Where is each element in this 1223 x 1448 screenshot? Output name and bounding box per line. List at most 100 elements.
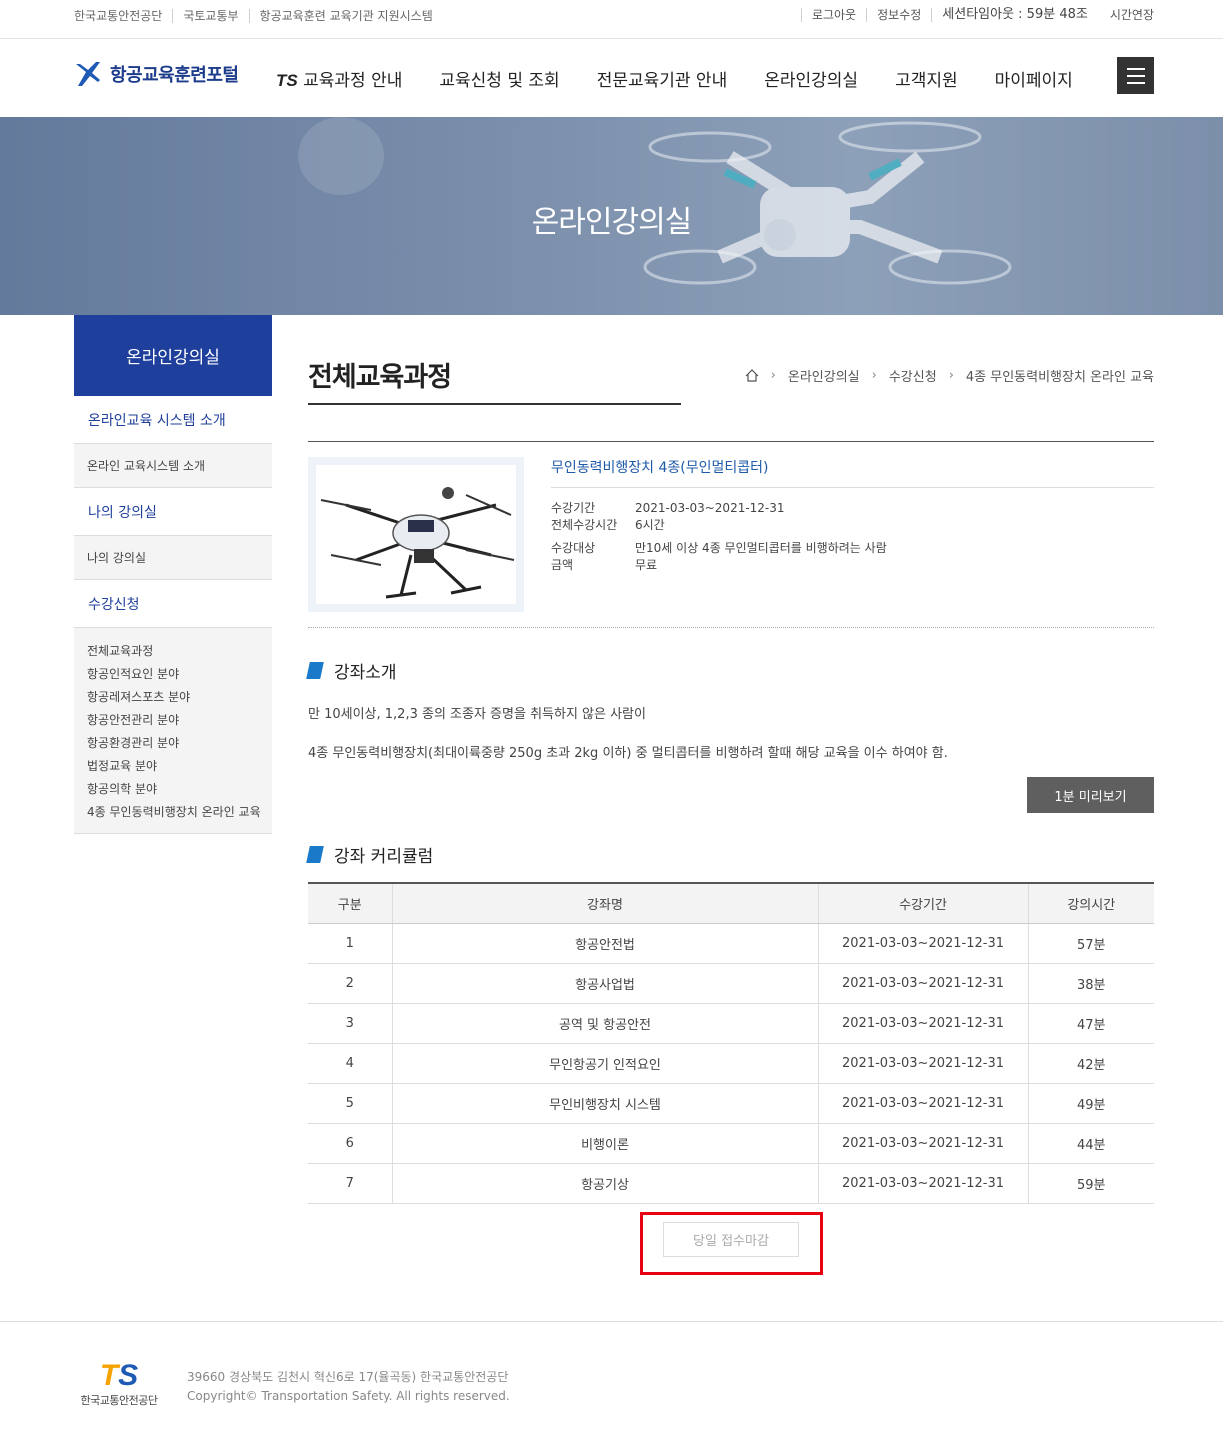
lecture-duration: 44분	[1027, 1123, 1154, 1164]
row-number: 4	[308, 1043, 392, 1084]
nav-label: 교육과정 안내	[303, 71, 403, 91]
edit-info-link[interactable]: 정보수정	[866, 8, 931, 22]
curriculum-title: 강좌 커리큘럼	[334, 847, 434, 867]
table-header-row: 구분 강좌명 수강기간 강의시간	[308, 882, 1154, 924]
family-link[interactable]: 항공교육훈련 교육기관 지원시스템	[248, 9, 443, 23]
lecture-period: 2021-03-03~2021-12-31	[817, 1163, 1028, 1204]
lecture-period: 2021-03-03~2021-12-31	[817, 1123, 1028, 1164]
curriculum-heading: 강좌 커리큘럼	[306, 842, 434, 867]
breadcrumb-item[interactable]: 온라인강의실	[788, 366, 860, 385]
sidebar-subitem[interactable]: 항공안전관리 분야	[87, 709, 266, 732]
lecture-period: 2021-03-03~2021-12-31	[817, 1083, 1028, 1124]
row-number: 1	[308, 923, 392, 964]
breadcrumb: › 온라인강의실 › 수강신청 › 4종 무인동력비행장치 온라인 교육	[745, 366, 1154, 385]
table-row: 5 무인비행장치 시스템 2021-03-03~2021-12-31 49분	[308, 1083, 1154, 1124]
sidebar-title: 온라인강의실	[74, 315, 272, 396]
column-header: 구분	[308, 882, 392, 924]
airplane-logo-icon	[76, 62, 100, 86]
footer: TS 한국교통안전공단 39660 경상북도 김천시 혁신6로 17(율곡동) …	[0, 1321, 1223, 1448]
preview-button[interactable]: 1분 미리보기	[1027, 777, 1154, 813]
footer-address: 39660 경상북도 김천시 혁신6로 17(율곡동) 한국교통안전공단	[187, 1370, 509, 1384]
sidebar-subitem-system-intro[interactable]: 온라인 교육시스템 소개	[74, 444, 272, 488]
sidebar-subitem-my-classroom[interactable]: 나의 강의실	[74, 536, 272, 580]
heading-marker-icon	[306, 662, 324, 679]
lecture-duration: 49분	[1027, 1083, 1154, 1124]
table-row: 1 항공안전법 2021-03-03~2021-12-31 57분	[308, 923, 1154, 964]
intro-heading: 강좌소개	[306, 658, 397, 683]
heading-marker-icon	[306, 846, 324, 863]
nav-apply[interactable]: 교육신청 및 조회	[439, 66, 559, 91]
total-time-value: 6시간	[635, 518, 665, 532]
lecture-period: 2021-03-03~2021-12-31	[817, 1043, 1028, 1084]
curriculum-table: 구분 강좌명 수강기간 강의시간 1 항공안전법 2021-03-03~2021-1…	[308, 882, 1154, 1204]
row-number: 3	[308, 1003, 392, 1044]
family-links: 한국교통안전공단 국토교통부 항공교육훈련 교육기관 지원시스템	[74, 9, 443, 23]
target-label: 수강대상	[551, 541, 596, 555]
table-row: 6 비행이론 2021-03-03~2021-12-31 44분	[308, 1123, 1154, 1164]
hamburger-menu-icon[interactable]	[1117, 57, 1154, 94]
lecture-name: 항공기상	[391, 1163, 818, 1204]
logo-text: 항공교육훈련포털	[110, 65, 239, 86]
nav-support[interactable]: 고객지원	[895, 66, 958, 91]
sidebar: 온라인강의실 온라인교육 시스템 소개 온라인 교육시스템 소개 나의 강의실 …	[74, 315, 272, 834]
family-link[interactable]: 한국교통안전공단	[74, 9, 172, 23]
banner-title: 온라인강의실	[531, 205, 693, 240]
sidebar-item-my-classroom[interactable]: 나의 강의실	[74, 488, 272, 536]
footer-logo-mark: TS	[99, 1359, 139, 1392]
table-row: 7 항공기상 2021-03-03~2021-12-31 59분	[308, 1163, 1154, 1204]
lecture-name: 항공안전법	[391, 923, 818, 964]
lecture-period: 2021-03-03~2021-12-31	[817, 963, 1028, 1004]
course-info: 무인동력비행장치 4종(무인멀티콥터) 수강기간 2021-03-03~2021-…	[551, 457, 1154, 574]
row-number: 2	[308, 963, 392, 1004]
sidebar-subitem[interactable]: 항공의학 분야	[87, 778, 266, 801]
dotted-divider	[308, 627, 1154, 628]
column-header: 강좌명	[391, 882, 818, 924]
chevron-right-icon: ›	[871, 368, 877, 383]
breadcrumb-item[interactable]: 4종 무인동력비행장치 온라인 교육	[966, 366, 1154, 385]
nav-online-classroom[interactable]: 온라인강의실	[764, 66, 858, 91]
table-row: 4 무인항공기 인적요인 2021-03-03~2021-12-31 42분	[308, 1043, 1154, 1084]
site-logo[interactable]: 항공교육훈련포털	[74, 60, 239, 88]
row-number: 6	[308, 1123, 392, 1164]
drone-image	[320, 487, 515, 599]
nav-course-info[interactable]: TS 교육과정 안내	[276, 66, 402, 91]
logout-link[interactable]: 로그아웃	[800, 8, 866, 22]
session-timeout: 세션타임아웃 : 59분 48조	[931, 8, 1098, 22]
period-value: 2021-03-03~2021-12-31	[635, 501, 785, 515]
intro-title: 강좌소개	[334, 663, 397, 683]
price-value: 무료	[635, 558, 658, 572]
sidebar-subitem[interactable]: 항공환경관리 분야	[87, 732, 266, 755]
family-link[interactable]: 국토교통부	[172, 9, 248, 23]
extend-session-link[interactable]: 시간연장	[1098, 8, 1154, 22]
chevron-right-icon: ›	[948, 368, 954, 383]
lecture-period: 2021-03-03~2021-12-31	[817, 923, 1028, 964]
sidebar-subitem[interactable]: 항공인적요인 분야	[87, 663, 266, 686]
sidebar-item-system-intro[interactable]: 온라인교육 시스템 소개	[74, 396, 272, 444]
registration-closed-button[interactable]: 당일 접수마감	[663, 1222, 799, 1257]
row-number: 5	[308, 1083, 392, 1124]
utility-bar: 한국교통안전공단 국토교통부 항공교육훈련 교육기관 지원시스템 로그아웃 정보…	[0, 0, 1223, 39]
footer-logo-name: 한국교통안전공단	[80, 1394, 158, 1407]
main-nav: TS 교육과정 안내 교육신청 및 조회 전문교육기관 안내 온라인강의실 고객…	[276, 66, 1110, 91]
home-icon[interactable]	[745, 369, 759, 382]
lecture-name: 비행이론	[391, 1123, 818, 1164]
sidebar-subitem[interactable]: 법정교육 분야	[87, 755, 266, 778]
breadcrumb-item[interactable]: 수강신청	[889, 366, 937, 385]
nav-institutions[interactable]: 전문교육기관 안내	[597, 66, 728, 91]
lecture-duration: 42분	[1027, 1043, 1154, 1084]
course-card: 무인동력비행장치 4종(무인멀티콥터) 수강기간 2021-03-03~2021-…	[308, 457, 1154, 612]
user-menu: 로그아웃 정보수정 세션타임아웃 : 59분 48조 시간연장	[800, 8, 1154, 22]
course-name[interactable]: 무인동력비행장치 4종(무인멀티콥터)	[551, 457, 1154, 488]
lecture-name: 공역 및 항공안전	[391, 1003, 818, 1044]
column-header: 강의시간	[1027, 882, 1154, 924]
sidebar-item-registration[interactable]: 수강신청	[74, 580, 272, 628]
sidebar-subitem[interactable]: 4종 무인동력비행장치 온라인 교육	[87, 806, 266, 819]
nav-mypage[interactable]: 마이페이지	[995, 66, 1073, 91]
sidebar-subitem[interactable]: 항공레져스포츠 분야	[87, 686, 266, 709]
sidebar-subitem[interactable]: 전체교육과정	[87, 640, 266, 663]
footer-logo: TS 한국교통안전공단	[73, 1359, 165, 1408]
title-underline	[308, 403, 681, 405]
price-label: 금액	[551, 558, 574, 572]
row-number: 7	[308, 1163, 392, 1204]
table-row: 3 공역 및 항공안전 2021-03-03~2021-12-31 47분	[308, 1003, 1154, 1044]
